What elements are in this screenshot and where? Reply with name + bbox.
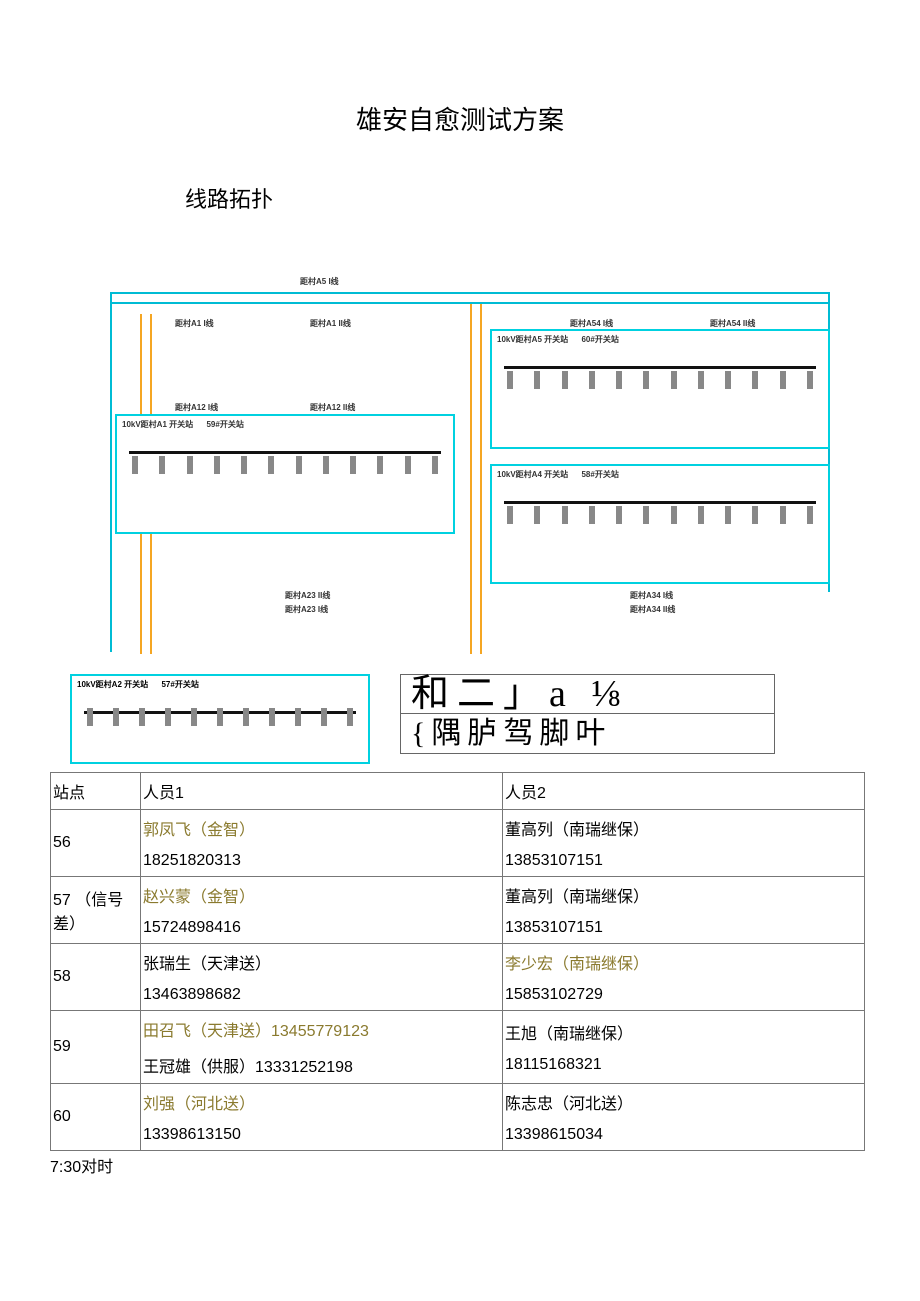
footnote-time-sync: 7:30对时 xyxy=(50,1153,870,1177)
cell-person2: 李少宏（南瑞继保）15853102729 xyxy=(503,944,865,1011)
cell-person1: 张瑞生（天津送）13463898682 xyxy=(141,944,503,1011)
table-row: 59田召飞（天津送）13455779123王冠雄（供服）13331252198王… xyxy=(51,1011,865,1084)
cell-person1: 刘强（河北送）13398613150 xyxy=(141,1084,503,1151)
diagram-label: 距村A23 II线 xyxy=(285,590,330,601)
col-header-p1: 人员1 xyxy=(141,773,503,810)
doc-title: 雄安自愈测试方案 xyxy=(50,100,870,137)
station-a4-box: 10kV距村A4 开关站 58#开关站 xyxy=(490,464,830,584)
cell-person1: 赵兴蒙（金智）15724898416 xyxy=(141,877,503,944)
diagram-label: 距村A34 I线 xyxy=(630,590,673,601)
table-row: 58张瑞生（天津送）13463898682李少宏（南瑞继保）1585310272… xyxy=(51,944,865,1011)
diagram-label: 距村A1 II线 xyxy=(310,318,351,329)
table-row: 56郭凤飞（金智）18251820313董高列（南瑞继保）13853107151 xyxy=(51,810,865,877)
col-header-site: 站点 xyxy=(51,773,141,810)
diagram-label: 距村A5 I线 xyxy=(300,276,339,287)
cell-site: 56 xyxy=(51,810,141,877)
topology-diagram: 距村A5 I线 距村A1 I线 距村A1 II线 距村A54 I线 距村A54 … xyxy=(70,274,850,664)
col-header-p2: 人员2 xyxy=(503,773,865,810)
diagram-label: 距村A12 I线 xyxy=(175,402,218,413)
cell-site: 59 xyxy=(51,1011,141,1084)
station-a1-box: 10kV距村A1 开关站 59#开关站 xyxy=(115,414,455,534)
station-a5-box: 10kV距村A5 开关站 60#开关站 xyxy=(490,329,830,449)
diagram-label: 距村A23 I线 xyxy=(285,604,328,615)
table-header-row: 站点 人员1 人员2 xyxy=(51,773,865,810)
diagram-label: 距村A12 II线 xyxy=(310,402,355,413)
personnel-table: 站点 人员1 人员2 56郭凤飞（金智）18251820313董高列（南瑞继保）… xyxy=(50,772,865,1151)
table-row: 57 （信号差）赵兴蒙（金智）15724898416董高列（南瑞继保）13853… xyxy=(51,877,865,944)
placeholder-line1: 和二」a ⅛ xyxy=(401,675,774,714)
cell-person1: 郭凤飞（金智）18251820313 xyxy=(141,810,503,877)
cell-person2: 王旭（南瑞继保）18115168321 xyxy=(503,1011,865,1084)
placeholder-line2: {隅胪驾脚叶 xyxy=(401,714,774,753)
diagram-label: 距村A54 II线 xyxy=(710,318,755,329)
station-a2-box: 10kV距村A2 开关站 57#开关站 xyxy=(70,674,370,764)
diagram-label: 距村A34 II线 xyxy=(630,604,675,615)
cell-person2: 董高列（南瑞继保）13853107151 xyxy=(503,877,865,944)
cell-person1: 田召飞（天津送）13455779123王冠雄（供服）13331252198 xyxy=(141,1011,503,1084)
placeholder-text-box: 和二」a ⅛ {隅胪驾脚叶 xyxy=(400,674,775,754)
section-heading-topology: 线路拓扑 xyxy=(185,182,870,214)
table-row: 60刘强（河北送）13398613150陈志忠（河北送）13398615034 xyxy=(51,1084,865,1151)
diagram-label: 距村A1 I线 xyxy=(175,318,214,329)
diagram-label: 距村A54 I线 xyxy=(570,318,613,329)
cell-person2: 陈志忠（河北送）13398615034 xyxy=(503,1084,865,1151)
cell-person2: 董高列（南瑞继保）13853107151 xyxy=(503,810,865,877)
cell-site: 58 xyxy=(51,944,141,1011)
diagram-row-2: 10kV距村A2 开关站 57#开关站 和二」a ⅛ {隅胪驾脚叶 xyxy=(70,674,850,764)
cell-site: 57 （信号差） xyxy=(51,877,141,944)
cell-site: 60 xyxy=(51,1084,141,1151)
